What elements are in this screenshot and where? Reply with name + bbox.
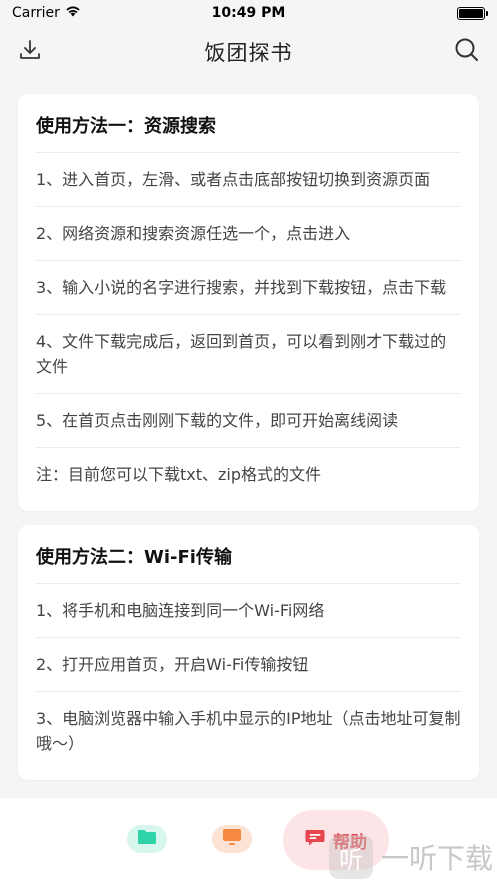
- tab-files[interactable]: [127, 825, 167, 853]
- message-icon: [305, 829, 325, 851]
- folder-icon: [137, 829, 157, 849]
- list-item: 3、电脑浏览器中输入手机中显示的IP地址（点击地址可复制哦～）: [36, 709, 461, 753]
- status-bar: Carrier 10:49 PM: [0, 0, 497, 26]
- search-button[interactable]: [451, 36, 483, 68]
- carrier-label: Carrier: [12, 5, 60, 21]
- list-item: 注：目前您可以下载txt、zip格式的文件: [36, 465, 322, 484]
- list-item: 1、将手机和电脑连接到同一个Wi-Fi网络: [36, 584, 461, 638]
- battery-icon: [457, 6, 488, 20]
- tab-help[interactable]: 帮助: [283, 810, 389, 870]
- method-two-card: 使用方法二：Wi-Fi传输 1、将手机和电脑连接到同一个Wi-Fi网络 2、打开…: [18, 525, 479, 780]
- watermark-text: 一听下载: [380, 842, 493, 875]
- download-button[interactable]: [14, 36, 46, 68]
- list-item: 2、打开应用首页，开启Wi-Fi传输按钮: [36, 638, 461, 692]
- monitor-icon: [222, 828, 242, 850]
- list-item: 1、进入首页，左滑、或者点击底部按钮切换到资源页面: [36, 153, 461, 207]
- list-item: 2、网络资源和搜索资源任选一个，点击进入: [36, 207, 461, 261]
- status-left: Carrier: [12, 5, 81, 21]
- wifi-icon: [65, 5, 81, 21]
- tab-transfer[interactable]: [212, 825, 252, 853]
- list-item: 5、在首页点击刚刚下载的文件，即可开始离线阅读: [36, 394, 461, 448]
- card-title: 使用方法一：资源搜索: [36, 94, 461, 153]
- card-title: 使用方法二：Wi-Fi传输: [36, 525, 461, 584]
- method-one-card: 使用方法一：资源搜索 1、进入首页，左滑、或者点击底部按钮切换到资源页面 2、网…: [18, 94, 479, 511]
- help-content[interactable]: 使用方法一：资源搜索 1、进入首页，左滑、或者点击底部按钮切换到资源页面 2、网…: [0, 78, 497, 798]
- tab-help-label: 帮助: [333, 832, 367, 853]
- page-title: 饭团探书: [204, 41, 293, 65]
- tab-bar: 帮助 听 一听下载: [0, 798, 497, 883]
- list-item: 4、文件下载完成后，返回到首页，可以看到刚才下载过的文件: [36, 315, 461, 394]
- download-icon: [18, 38, 42, 66]
- search-icon: [454, 37, 480, 67]
- nav-bar: 饭团探书: [0, 26, 497, 78]
- list-item: 3、输入小说的名字进行搜索，并找到下载按钮，点击下载: [36, 261, 461, 315]
